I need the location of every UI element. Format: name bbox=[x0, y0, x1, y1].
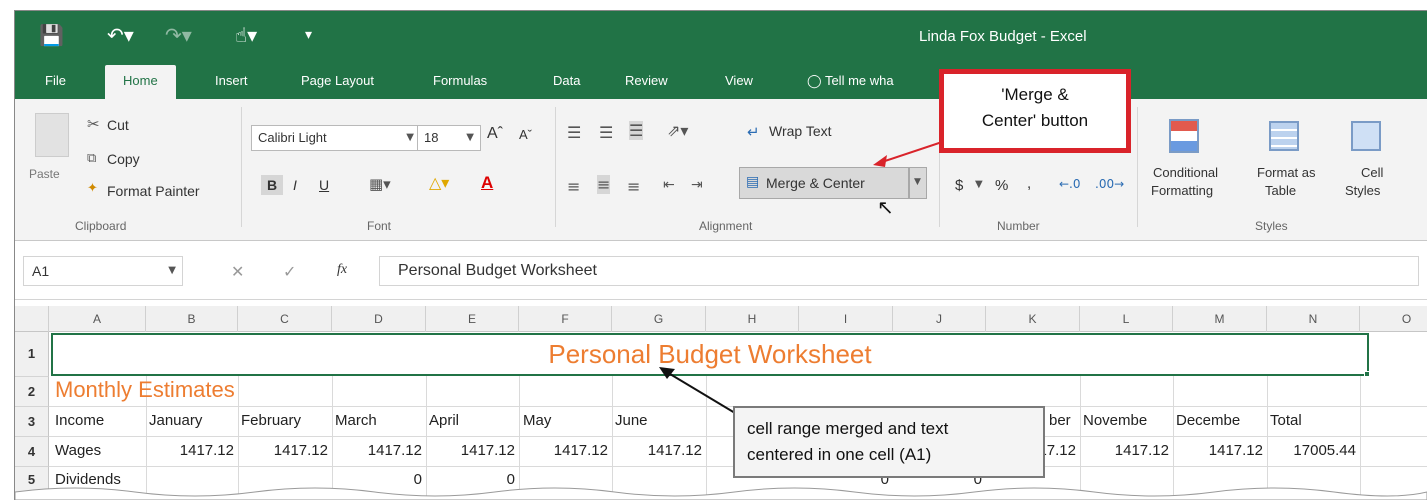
callout-arrows bbox=[659, 130, 976, 420]
merge-callout-line-1: 'Merge & bbox=[1001, 85, 1069, 104]
arrowhead-icon bbox=[659, 367, 675, 379]
merged-callout-line-1: cell range merged and text bbox=[747, 419, 949, 438]
torn-edge bbox=[15, 487, 1427, 500]
merge-center-callout: 'Merge & Center' button bbox=[939, 69, 1131, 153]
merged-cell-callout: cell range merged and text centered in o… bbox=[733, 406, 1045, 478]
excel-window: 💾 ↶▾ ↷▾ ☝▾ ▾ Linda Fox Budget - Excel Fi… bbox=[14, 10, 1427, 500]
merged-callout-line-2: centered in one cell (A1) bbox=[747, 445, 932, 464]
arrowhead-icon bbox=[873, 155, 887, 167]
merge-callout-line-2: Center' button bbox=[981, 111, 1089, 130]
